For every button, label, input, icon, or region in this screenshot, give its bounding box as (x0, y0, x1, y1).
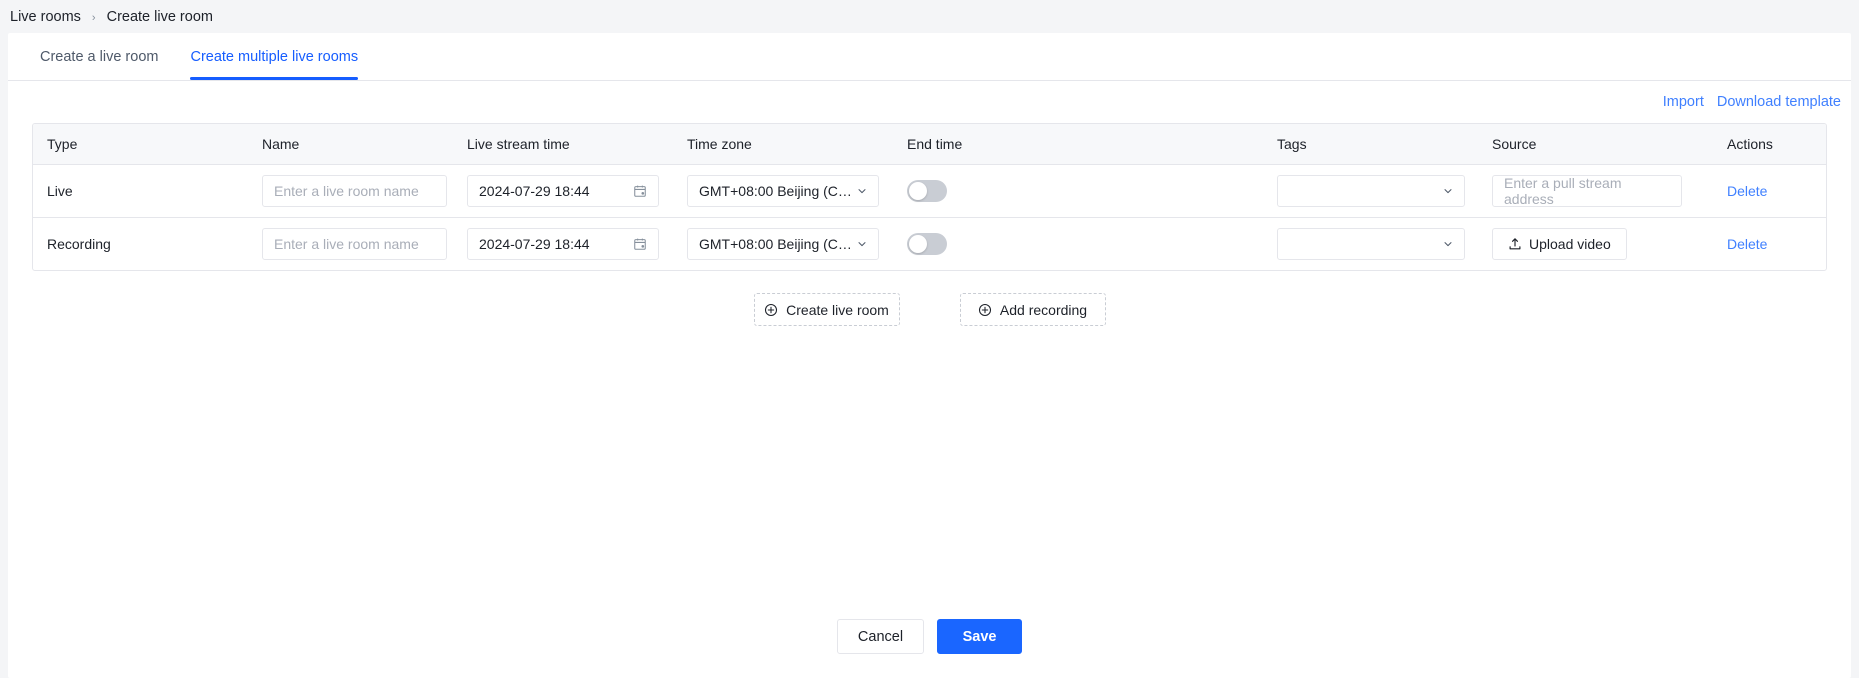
cell-end-time (893, 164, 1263, 218)
tags-select[interactable] (1277, 227, 1465, 260)
time-zone-value: GMT+08:00 Beijing (Chi... (699, 182, 856, 199)
column-header-tags: Tags (1263, 124, 1478, 165)
cell-actions: Delete (1713, 164, 1826, 218)
create-live-room-label: Create live room (786, 301, 889, 318)
live-room-name-input[interactable]: Enter a live room name (262, 174, 447, 207)
add-recording-button[interactable]: Add recording (959, 293, 1106, 326)
cell-source: Enter a pull stream address (1478, 164, 1713, 218)
cell-actions: Delete (1713, 217, 1826, 270)
save-button[interactable]: Save (937, 619, 1023, 654)
calendar-icon[interactable] (633, 237, 647, 251)
breadcrumb-separator-icon: › (91, 11, 96, 24)
live-rooms-table: Type Name Live stream time Time zone End… (32, 123, 1827, 271)
cell-tags (1263, 164, 1478, 218)
column-header-end-time: End time (893, 124, 1263, 165)
column-header-actions: Actions (1713, 124, 1826, 165)
table-toolbar: Import Download template (8, 81, 1851, 123)
cancel-button[interactable]: Cancel (836, 619, 925, 654)
download-template-link[interactable]: Download template (1717, 94, 1841, 110)
table-row: Live Enter a live room name 2024-07-29 1… (33, 164, 1826, 218)
breadcrumb-item-create-live-room[interactable]: Create live room (107, 9, 213, 25)
time-zone-value: GMT+08:00 Beijing (Chi... (699, 235, 856, 252)
end-time-toggle[interactable] (907, 232, 947, 255)
cell-source: Upload video (1478, 217, 1713, 270)
save-label: Save (962, 628, 997, 645)
breadcrumb-item-live-rooms[interactable]: Live rooms (10, 9, 81, 25)
upload-icon (1508, 237, 1522, 251)
live-room-name-input[interactable]: Enter a live room name (262, 227, 447, 260)
cell-type: Recording (33, 217, 248, 270)
add-row-button-group: Create live room Add recording (8, 293, 1851, 326)
end-time-toggle[interactable] (907, 179, 947, 202)
cell-name: Enter a live room name (248, 164, 453, 218)
live-stream-time-input[interactable]: 2024-07-29 18:44 (467, 227, 659, 260)
breadcrumb: Live rooms › Create live room (0, 0, 1859, 33)
add-recording-label: Add recording (999, 301, 1088, 318)
tab-label: Create multiple live rooms (190, 48, 359, 65)
upload-video-button[interactable]: Upload video (1492, 227, 1627, 260)
calendar-icon[interactable] (633, 184, 647, 198)
time-zone-select[interactable]: GMT+08:00 Beijing (Chi... (687, 227, 879, 260)
column-header-source: Source (1478, 124, 1713, 165)
column-header-type: Type (33, 124, 248, 165)
delete-row-link[interactable]: Delete (1727, 236, 1767, 252)
pull-stream-address-placeholder: Enter a pull stream address (1504, 174, 1622, 207)
delete-row-link[interactable]: Delete (1727, 183, 1767, 199)
tab-create-a-live-room[interactable]: Create a live room (24, 33, 174, 80)
row-type-label: Live (47, 182, 73, 199)
live-room-name-placeholder: Enter a live room name (274, 235, 419, 252)
column-header-live-stream-time: Live stream time (453, 124, 673, 165)
column-header-time-zone: Time zone (673, 124, 893, 165)
row-type-label: Recording (47, 235, 111, 252)
cell-live-stream-time: 2024-07-29 18:44 (453, 217, 673, 270)
cell-time-zone: GMT+08:00 Beijing (Chi... (673, 164, 893, 218)
cell-end-time (893, 217, 1263, 270)
tab-create-multiple-live-rooms[interactable]: Create multiple live rooms (174, 33, 374, 80)
live-stream-time-input[interactable]: 2024-07-29 18:44 (467, 174, 659, 207)
cell-live-stream-time: 2024-07-29 18:44 (453, 164, 673, 218)
chevron-down-icon (1442, 238, 1454, 250)
cancel-label: Cancel (857, 628, 904, 645)
main-panel: Create a live room Create multiple live … (8, 33, 1851, 678)
pull-stream-address-input[interactable]: Enter a pull stream address (1492, 174, 1682, 207)
table-header-row: Type Name Live stream time Time zone End… (33, 124, 1826, 165)
tags-select[interactable] (1277, 174, 1465, 207)
table-row: Recording Enter a live room name 2024-07… (33, 217, 1826, 270)
end-time-toggle-knob (909, 181, 927, 200)
chevron-down-icon (856, 185, 868, 197)
cell-time-zone: GMT+08:00 Beijing (Chi... (673, 217, 893, 270)
form-footer: Cancel Save (8, 619, 1851, 654)
cell-type: Live (33, 164, 248, 218)
plus-circle-icon (764, 303, 778, 317)
plus-circle-icon (978, 303, 992, 317)
end-time-toggle-knob (909, 234, 927, 253)
import-link[interactable]: Import (1663, 94, 1704, 110)
tab-label: Create a live room (40, 48, 159, 65)
cell-tags (1263, 217, 1478, 270)
live-stream-time-value: 2024-07-29 18:44 (479, 182, 590, 199)
cell-name: Enter a live room name (248, 217, 453, 270)
chevron-down-icon (856, 238, 868, 250)
live-room-name-placeholder: Enter a live room name (274, 182, 419, 199)
chevron-down-icon (1442, 185, 1454, 197)
create-live-room-button[interactable]: Create live room (753, 293, 900, 326)
time-zone-select[interactable]: GMT+08:00 Beijing (Chi... (687, 174, 879, 207)
column-header-name: Name (248, 124, 453, 165)
upload-video-label: Upload video (1529, 235, 1611, 252)
live-stream-time-value: 2024-07-29 18:44 (479, 235, 590, 252)
tab-bar: Create a live room Create multiple live … (8, 33, 1851, 81)
